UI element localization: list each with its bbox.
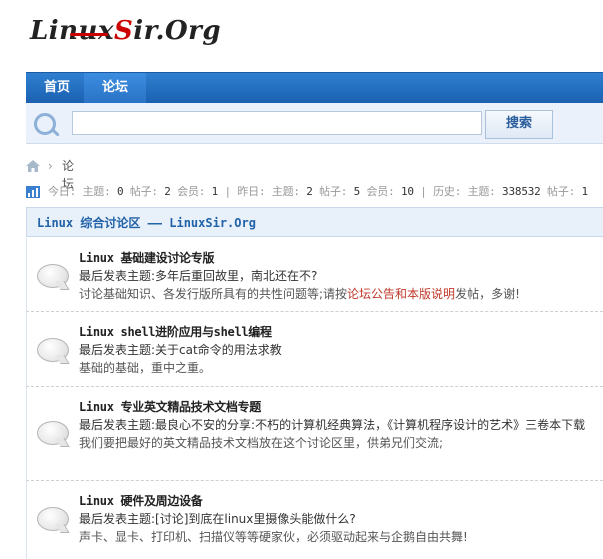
stats-members-label: 会员:	[366, 185, 395, 198]
nav-item-forum[interactable]: 论坛	[84, 73, 147, 103]
stats-topics-label: 主题:	[467, 185, 496, 198]
stats-yesterday-label: 昨日:	[237, 185, 266, 198]
stats-topics-label: 主题:	[271, 185, 300, 198]
forum-list: Linux 基础建设讨论专版 最后发表主题:多年后重回故里，南北还在不? 讨论基…	[26, 238, 603, 559]
logo-underline	[70, 33, 108, 36]
forum-description: 声卡、显卡、打印机、扫描仪等等硬家伙，必须驱动起来与企鹅自由共舞!	[79, 530, 468, 544]
search-icon	[34, 113, 56, 135]
stats-today-members: 1	[211, 185, 219, 198]
forum-row: Linux 专业英文精品技术文档专题 最后发表主题:最良心不安的分享:不朽的计算…	[26, 387, 603, 481]
forum-latest-topic[interactable]: 最后发表主题:[讨论]到底在linux里摄像头能做什么?	[79, 510, 595, 528]
forum-row: Linux shell进阶应用与shell编程 最后发表主题:关于cat命令的用…	[26, 312, 603, 387]
forum-title[interactable]: Linux 基础建设讨论专版	[79, 249, 595, 267]
stats-history-posts: 1	[581, 185, 589, 198]
nav-item-home[interactable]: 首页	[26, 73, 88, 103]
logo-text-s: S	[113, 16, 134, 46]
search-input[interactable]	[72, 111, 482, 135]
site-logo[interactable]: LinuxSir.Org	[30, 16, 221, 52]
breadcrumb-separator: ›	[48, 159, 53, 173]
forum-rules-link[interactable]: 论坛公告和本版说明	[347, 287, 455, 301]
home-icon[interactable]	[26, 160, 40, 172]
forum-stats: 今日: 主题: 0 帖子: 2 会员: 1 | 昨日: 主题: 2 帖子: 5 …	[26, 184, 603, 200]
logo-text-a: Linux	[30, 16, 114, 46]
stats-today-label: 今日:	[48, 185, 77, 198]
forum-description: 基础的基础，重中之重。	[79, 361, 212, 375]
forum-row: Linux 基础建设讨论专版 最后发表主题:多年后重回故里，南北还在不? 讨论基…	[26, 238, 603, 312]
stats-yesterday-members: 10	[400, 185, 414, 198]
stats-history-label: 历史:	[433, 185, 462, 198]
forum-title[interactable]: Linux 专业英文精品技术文档专题	[79, 398, 595, 416]
speech-bubble-icon	[37, 338, 69, 362]
speech-bubble-icon	[37, 421, 69, 445]
speech-bubble-icon	[37, 507, 69, 531]
forum-row: Linux 硬件及周边设备 最后发表主题:[讨论]到底在linux里摄像头能做什…	[26, 481, 603, 559]
stats-members-label: 会员:	[177, 185, 206, 198]
section-header[interactable]: Linux 综合讨论区 —— LinuxSir.Org	[26, 207, 603, 237]
stats-yesterday-posts: 5	[353, 185, 361, 198]
stats-today-topics: 0	[116, 185, 124, 198]
forum-description: 讨论基础知识、各发行版所具有的共性问题等;请按论坛公告和本版说明发帖，多谢!	[79, 285, 595, 303]
bar-chart-icon	[26, 186, 40, 198]
stats-today-posts: 2	[164, 185, 171, 198]
forum-latest-topic[interactable]: 最后发表主题:最良心不安的分享:不朽的计算机经典算法，《计算机程序设计的艺术》三…	[79, 416, 595, 434]
stats-history-topics: 338532	[502, 185, 541, 198]
forum-title[interactable]: Linux shell进阶应用与shell编程	[79, 323, 595, 341]
forum-description-tail: 发帖，多谢!	[455, 287, 520, 301]
stats-posts-label: 帖子:	[319, 185, 348, 198]
forum-description-text: 讨论基础知识、各发行版所具有的共性问题等;请按	[79, 287, 348, 301]
speech-bubble-icon	[37, 264, 69, 288]
stats-posts-label: 帖子:	[129, 185, 158, 198]
stats-posts-label: 帖子:	[547, 185, 576, 198]
search-button[interactable]: 搜索	[485, 110, 553, 139]
logo-text-b: ir.Org	[133, 16, 222, 46]
stats-text: 今日: 主题: 0 帖子: 2 会员: 1 | 昨日: 主题: 2 帖子: 5 …	[48, 185, 589, 198]
main-nav: 首页 论坛	[26, 72, 603, 103]
forum-title[interactable]: Linux 硬件及周边设备	[79, 492, 595, 510]
stats-topics-label: 主题:	[82, 185, 111, 198]
stats-yesterday-topics: 2	[306, 185, 313, 198]
forum-latest-topic[interactable]: 最后发表主题:关于cat命令的用法求教	[79, 341, 595, 359]
forum-latest-topic[interactable]: 最后发表主题:多年后重回故里，南北还在不?	[79, 267, 595, 285]
search-bar: 搜索	[26, 103, 603, 144]
forum-description: 我们要把最好的英文精品技术文档放在这个讨论区里，供弟兄们交流;	[79, 436, 444, 450]
